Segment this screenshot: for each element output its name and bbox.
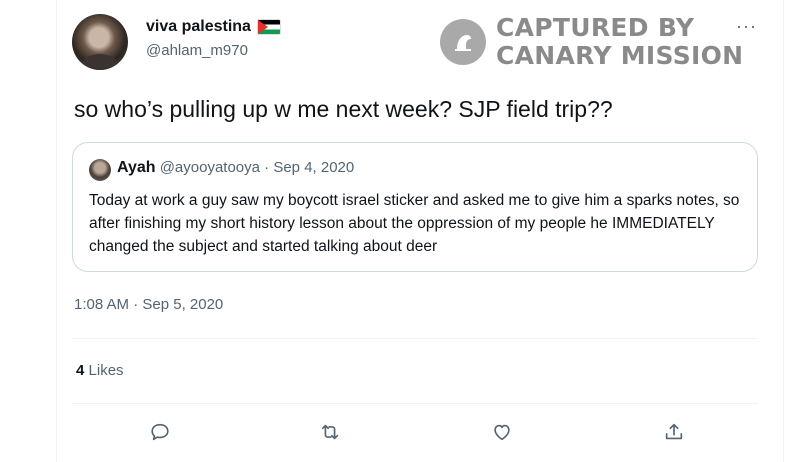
avatar[interactable] bbox=[72, 14, 128, 70]
author-name-row[interactable]: viva palestina bbox=[146, 18, 281, 36]
canary-logo-icon bbox=[440, 19, 486, 65]
divider bbox=[72, 403, 758, 404]
share-icon[interactable] bbox=[662, 420, 686, 444]
watermark-line-1: CAPTURED BY bbox=[496, 13, 695, 42]
quoted-date: · Sep 4, 2020 bbox=[264, 159, 355, 176]
likes-count[interactable]: 4 Likes bbox=[76, 362, 124, 379]
tweet-text: so who’s pulling up w me next week? SJP … bbox=[74, 96, 613, 122]
like-icon[interactable] bbox=[490, 420, 514, 444]
likes-label: Likes bbox=[88, 362, 124, 379]
quoted-text: Today at work a guy saw my boycott israe… bbox=[89, 192, 740, 255]
palestine-flag-icon bbox=[256, 19, 281, 35]
quoted-author-handle: @ayooyatooya bbox=[159, 159, 260, 176]
divider bbox=[72, 338, 758, 339]
watermark-line-2: CANARY MISSION bbox=[496, 41, 744, 70]
watermark: CAPTURED BY CANARY MISSION bbox=[440, 14, 743, 70]
quoted-author-name: Ayah bbox=[117, 159, 156, 176]
quoted-tweet[interactable]: Ayah @ayooyatooya · Sep 4, 2020 Today at… bbox=[72, 142, 758, 272]
reply-icon[interactable] bbox=[148, 420, 172, 444]
quoted-header: Ayah @ayooyatooya · Sep 4, 2020 bbox=[117, 159, 354, 177]
more-options-icon[interactable]: ··· bbox=[736, 16, 757, 37]
likes-number: 4 bbox=[76, 362, 85, 379]
tweet-timestamp[interactable]: 1:08 AM · Sep 5, 2020 bbox=[74, 296, 223, 313]
author-display-name[interactable]: viva palestina bbox=[146, 18, 251, 36]
retweet-icon[interactable] bbox=[318, 420, 342, 444]
quoted-avatar bbox=[89, 159, 111, 181]
author-handle[interactable]: @ahlam_m970 bbox=[146, 42, 248, 59]
